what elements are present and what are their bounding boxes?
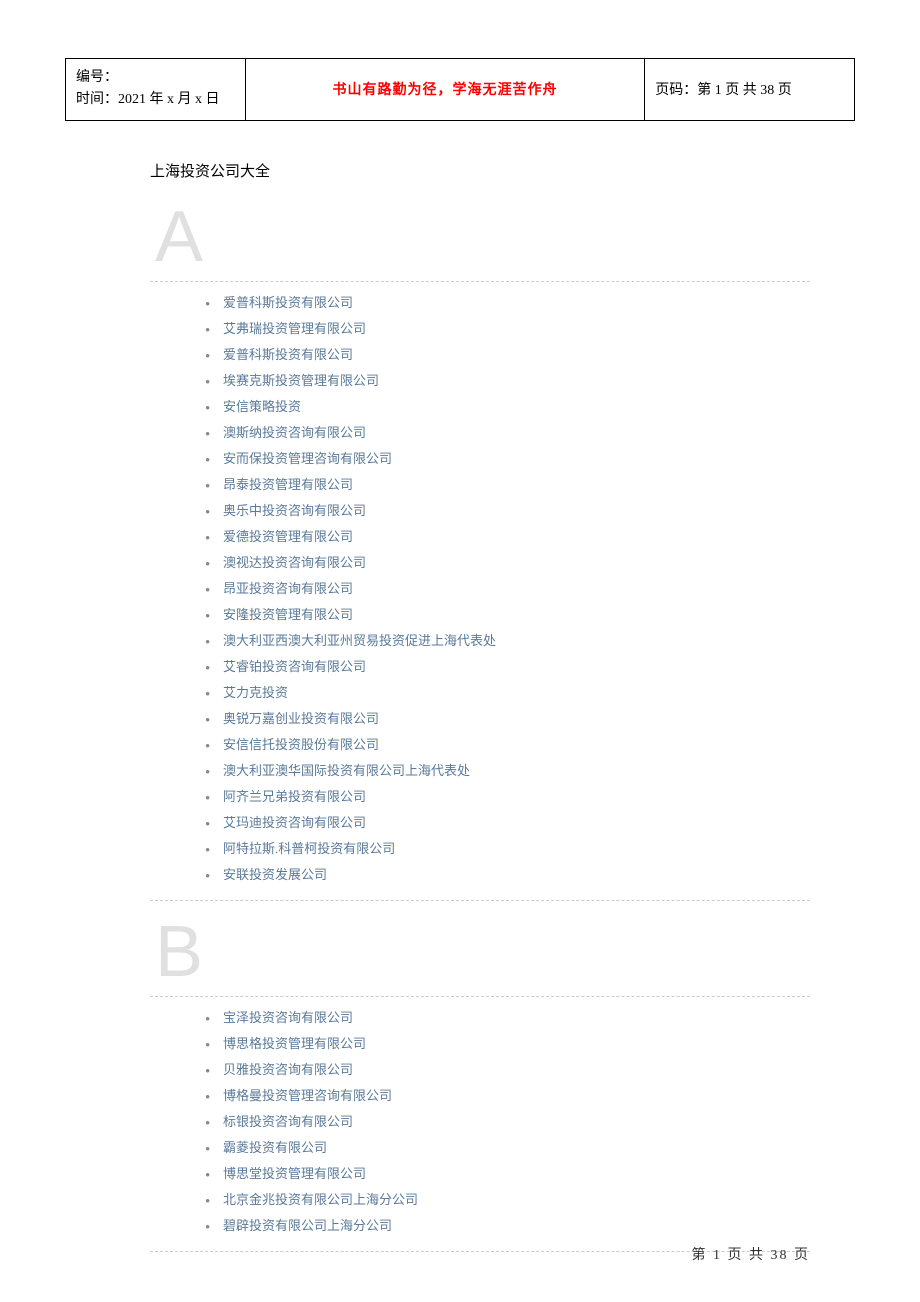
list-item: 爱德投资管理有限公司 xyxy=(205,524,810,550)
company-list-a: 爱普科斯投资有限公司 艾弗瑞投资管理有限公司 爱普科斯投资有限公司 埃赛克斯投资… xyxy=(150,290,810,888)
company-link[interactable]: 碧辟投资有限公司上海分公司 xyxy=(223,1218,392,1233)
list-item: 澳大利亚西澳大利亚州贸易投资促进上海代表处 xyxy=(205,628,810,654)
footer-page-number: 第 1 页 共 38 页 xyxy=(692,1244,811,1264)
list-item: 爱普科斯投资有限公司 xyxy=(205,342,810,368)
list-item: 爱普科斯投资有限公司 xyxy=(205,290,810,316)
list-item: 昂泰投资管理有限公司 xyxy=(205,472,810,498)
list-item: 艾睿铂投资咨询有限公司 xyxy=(205,654,810,680)
company-link[interactable]: 标银投资咨询有限公司 xyxy=(223,1114,353,1129)
company-link[interactable]: 昂亚投资咨询有限公司 xyxy=(223,581,353,596)
company-link[interactable]: 安信信托投资股份有限公司 xyxy=(223,737,379,752)
company-link[interactable]: 贝雅投资咨询有限公司 xyxy=(223,1062,353,1077)
list-item: 博格曼投资管理咨询有限公司 xyxy=(205,1083,810,1109)
list-item: 宝泽投资咨询有限公司 xyxy=(205,1005,810,1031)
list-item: 艾力克投资 xyxy=(205,680,810,706)
list-item: 安而保投资管理咨询有限公司 xyxy=(205,446,810,472)
list-item: 奥乐中投资咨询有限公司 xyxy=(205,498,810,524)
list-item: 贝雅投资咨询有限公司 xyxy=(205,1057,810,1083)
company-link[interactable]: 艾睿铂投资咨询有限公司 xyxy=(223,659,366,674)
company-link[interactable]: 安而保投资管理咨询有限公司 xyxy=(223,451,392,466)
company-link[interactable]: 澳大利亚澳华国际投资有限公司上海代表处 xyxy=(223,763,470,778)
list-item: 安隆投资管理有限公司 xyxy=(205,602,810,628)
list-item: 霸菱投资有限公司 xyxy=(205,1135,810,1161)
company-link[interactable]: 昂泰投资管理有限公司 xyxy=(223,477,353,492)
header-page-label: 页码：第 1 页 共 38 页 xyxy=(645,59,855,121)
company-link[interactable]: 埃赛克斯投资管理有限公司 xyxy=(223,373,379,388)
company-link[interactable]: 艾弗瑞投资管理有限公司 xyxy=(223,321,366,336)
list-item: 阿齐兰兄弟投资有限公司 xyxy=(205,784,810,810)
header-table: 编号： 时间：2021 年 x 月 x 日 书山有路勤为径，学海无涯苦作舟 页码… xyxy=(65,58,855,121)
company-link[interactable]: 爱普科斯投资有限公司 xyxy=(223,347,353,362)
list-item: 澳斯纳投资咨询有限公司 xyxy=(205,420,810,446)
company-link[interactable]: 博思堂投资管理有限公司 xyxy=(223,1166,366,1181)
company-link[interactable]: 博思格投资管理有限公司 xyxy=(223,1036,366,1051)
list-item: 昂亚投资咨询有限公司 xyxy=(205,576,810,602)
section-b: B 宝泽投资咨询有限公司 博思格投资管理有限公司 贝雅投资咨询有限公司 博格曼投… xyxy=(150,916,810,1252)
section-a: A 爱普科斯投资有限公司 艾弗瑞投资管理有限公司 爱普科斯投资有限公司 埃赛克斯… xyxy=(150,201,810,901)
section-letter-b: B xyxy=(155,916,810,988)
company-link[interactable]: 宝泽投资咨询有限公司 xyxy=(223,1010,353,1025)
company-link[interactable]: 北京金兆投资有限公司上海分公司 xyxy=(223,1192,418,1207)
divider xyxy=(150,281,810,282)
company-link[interactable]: 爱德投资管理有限公司 xyxy=(223,529,353,544)
list-item: 博思堂投资管理有限公司 xyxy=(205,1161,810,1187)
company-link[interactable]: 艾力克投资 xyxy=(223,685,288,700)
company-link[interactable]: 阿齐兰兄弟投资有限公司 xyxy=(223,789,366,804)
list-item: 奥锐万嘉创业投资有限公司 xyxy=(205,706,810,732)
list-item: 埃赛克斯投资管理有限公司 xyxy=(205,368,810,394)
company-link[interactable]: 博格曼投资管理咨询有限公司 xyxy=(223,1088,392,1103)
list-item: 艾弗瑞投资管理有限公司 xyxy=(205,316,810,342)
company-link[interactable]: 霸菱投资有限公司 xyxy=(223,1140,327,1155)
list-item: 艾玛迪投资咨询有限公司 xyxy=(205,810,810,836)
list-item: 澳视达投资咨询有限公司 xyxy=(205,550,810,576)
company-link[interactable]: 安隆投资管理有限公司 xyxy=(223,607,353,622)
company-list-b: 宝泽投资咨询有限公司 博思格投资管理有限公司 贝雅投资咨询有限公司 博格曼投资管… xyxy=(150,1005,810,1239)
divider xyxy=(150,900,810,901)
list-item: 阿特拉斯.科普柯投资有限公司 xyxy=(205,836,810,862)
list-item: 安信信托投资股份有限公司 xyxy=(205,732,810,758)
content-area: 上海投资公司大全 A 爱普科斯投资有限公司 艾弗瑞投资管理有限公司 爱普科斯投资… xyxy=(150,160,810,1260)
company-link[interactable]: 安信策略投资 xyxy=(223,399,301,414)
company-link[interactable]: 阿特拉斯.科普柯投资有限公司 xyxy=(223,841,395,856)
company-link[interactable]: 安联投资发展公司 xyxy=(223,867,327,882)
header-motto: 书山有路勤为径，学海无涯苦作舟 xyxy=(245,59,644,121)
list-item: 澳大利亚澳华国际投资有限公司上海代表处 xyxy=(205,758,810,784)
numbering-label: 编号： xyxy=(76,67,235,89)
list-item: 博思格投资管理有限公司 xyxy=(205,1031,810,1057)
section-letter-a: A xyxy=(155,201,810,273)
company-link[interactable]: 奥锐万嘉创业投资有限公司 xyxy=(223,711,379,726)
company-link[interactable]: 奥乐中投资咨询有限公司 xyxy=(223,503,366,518)
page-title: 上海投资公司大全 xyxy=(150,160,810,181)
time-label: 时间：2021 年 x 月 x 日 xyxy=(76,89,235,111)
company-link[interactable]: 爱普科斯投资有限公司 xyxy=(223,295,353,310)
company-link[interactable]: 澳斯纳投资咨询有限公司 xyxy=(223,425,366,440)
list-item: 北京金兆投资有限公司上海分公司 xyxy=(205,1187,810,1213)
company-link[interactable]: 澳视达投资咨询有限公司 xyxy=(223,555,366,570)
company-link[interactable]: 艾玛迪投资咨询有限公司 xyxy=(223,815,366,830)
list-item: 碧辟投资有限公司上海分公司 xyxy=(205,1213,810,1239)
divider xyxy=(150,996,810,997)
header-left-cell: 编号： 时间：2021 年 x 月 x 日 xyxy=(66,59,246,121)
list-item: 标银投资咨询有限公司 xyxy=(205,1109,810,1135)
list-item: 安信策略投资 xyxy=(205,394,810,420)
list-item: 安联投资发展公司 xyxy=(205,862,810,888)
company-link[interactable]: 澳大利亚西澳大利亚州贸易投资促进上海代表处 xyxy=(223,633,496,648)
